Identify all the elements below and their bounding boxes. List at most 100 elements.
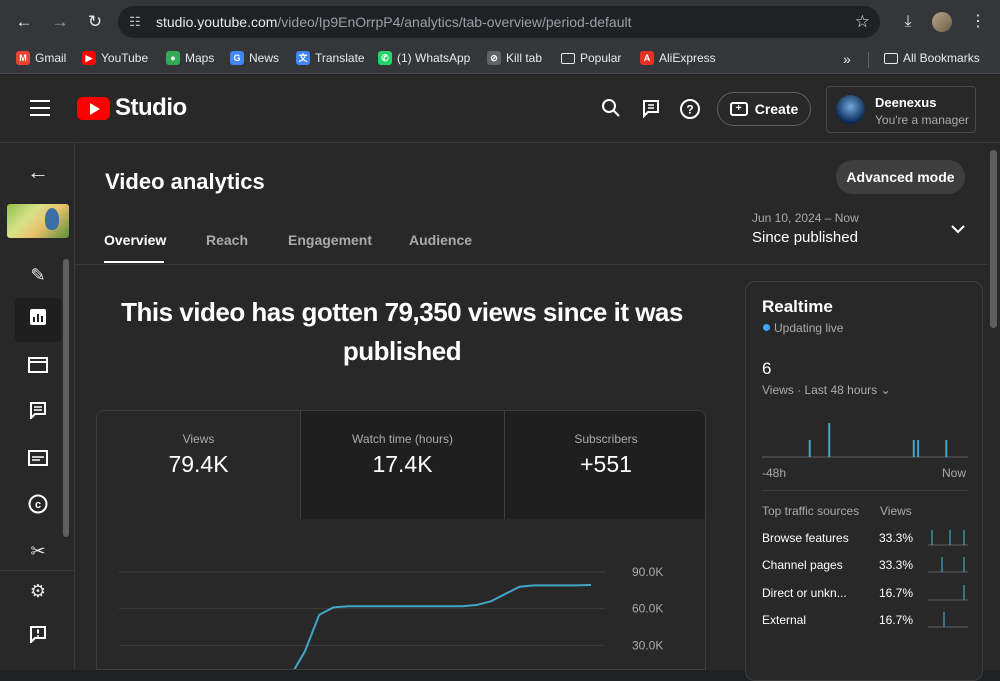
bookmark-aliexpress[interactable]: AAliExpress [640, 51, 716, 65]
all-bookmarks[interactable]: All Bookmarks [884, 51, 980, 65]
back-icon[interactable]: ← [12, 10, 36, 34]
bookmark-label: Kill tab [506, 51, 542, 65]
send-feedback-icon[interactable] [26, 625, 50, 649]
metric-value: 17.4K [301, 451, 504, 478]
edit-icon[interactable]: ✎ [26, 263, 50, 287]
realtime-count: 6 [762, 359, 771, 379]
traffic-source-row[interactable]: External16.7% [762, 610, 968, 630]
address-bar[interactable]: ☷ studio.youtube.com/video/Ip9EnOrrpP4/a… [118, 6, 880, 38]
views-series-line [119, 585, 591, 670]
axis-label: -48h [762, 466, 786, 480]
maps-icon: ● [166, 51, 180, 65]
search-icon[interactable] [599, 98, 623, 122]
chevron-down-icon[interactable] [951, 221, 965, 237]
bookmark-gmail[interactable]: MGmail [16, 51, 66, 65]
menu-icon[interactable] [30, 100, 50, 116]
tab-audience[interactable]: Audience [409, 232, 472, 248]
bookmark-youtube[interactable]: ▶ YouTube [82, 51, 148, 65]
folder-icon [884, 53, 898, 64]
metric-label: Watch time (hours) [301, 432, 504, 446]
period-selector[interactable]: Since published [752, 229, 858, 246]
tab-engagement[interactable]: Engagement [288, 232, 372, 248]
more-menu-icon[interactable]: ⋮ [966, 10, 990, 34]
realtime-bar [917, 440, 919, 457]
settings-icon[interactable]: ⚙ [26, 579, 50, 603]
bookmarks-overflow-icon[interactable]: » [843, 51, 851, 67]
kill-tab-icon: ⊘ [487, 51, 501, 65]
page-scrollbar[interactable] [990, 150, 997, 328]
divider [762, 490, 968, 491]
gmail-icon: M [16, 51, 30, 65]
bookmarks-bar: All Bookmarks » MGmail ▶ YouTube ●Maps GNews… [0, 44, 1000, 74]
url-text[interactable]: studio.youtube.com/video/Ip9EnOrrpP4/ana… [156, 14, 631, 30]
bookmark-news[interactable]: GNews [230, 51, 279, 65]
y-tick-label: 30.0K [632, 638, 663, 652]
realtime-title: Realtime [762, 297, 833, 317]
y-tick-label: 90.0K [632, 565, 663, 579]
traffic-source-pct: 16.7% [879, 586, 913, 600]
metric-views[interactable]: Views 79.4K [97, 411, 300, 519]
traffic-source-row[interactable]: Browse features 33.3% [762, 528, 968, 548]
create-button[interactable]: + Create [717, 92, 811, 126]
realtime-window-selector[interactable]: Views · Last 48 hours ⌄ [762, 383, 891, 397]
site-settings-icon[interactable]: ☷ [126, 13, 144, 31]
tab-overview[interactable]: Overview [104, 232, 166, 248]
axis-label: Now [942, 466, 966, 480]
traffic-source-pct: 33.3% [879, 531, 913, 545]
main-content: Video analytics Advanced mode Overview R… [75, 143, 988, 670]
page-title: Video analytics [105, 169, 265, 195]
chevron-down-icon: ⌄ [881, 383, 891, 397]
realtime-bar [913, 440, 915, 457]
youtube-logo[interactable] [77, 97, 110, 120]
rail-scrollbar[interactable] [63, 259, 69, 537]
metric-watch-time[interactable]: Watch time (hours) 17.4K [300, 411, 504, 519]
bookmark-star-icon[interactable]: ☆ [855, 12, 870, 32]
account-role: You're a manager [875, 113, 969, 127]
youtube-icon: ▶ [82, 51, 96, 65]
subtitles-icon[interactable] [26, 448, 50, 472]
bookmark-kill-tab[interactable]: ⊘ Kill tab [487, 51, 542, 65]
bookmark-label: (1) WhatsApp [397, 51, 470, 65]
back-arrow-icon[interactable]: ← [26, 160, 50, 184]
reload-icon[interactable]: ↻ [83, 10, 107, 34]
traffic-source-row[interactable]: Channel pages33.3% [762, 555, 968, 575]
bird-image [45, 208, 59, 230]
bookmark-label: YouTube [101, 51, 148, 65]
help-icon[interactable]: ? [678, 98, 702, 122]
traffic-source-name: Browse features [762, 531, 849, 545]
metric-label: Subscribers [505, 432, 706, 446]
traffic-source-name: Channel pages [762, 558, 843, 572]
date-range[interactable]: Jun 10, 2024 – Now [752, 211, 859, 225]
profile-avatar[interactable] [932, 12, 952, 32]
active-tab-indicator [104, 261, 164, 263]
tab-reach[interactable]: Reach [206, 232, 248, 248]
studio-wordmark[interactable]: Studio [115, 94, 187, 122]
studio-header: Studio ? + Create Deenexus You're a mana… [0, 75, 1000, 143]
traffic-source-sparkline [928, 528, 968, 546]
bookmark-maps[interactable]: ●Maps [166, 51, 214, 65]
bookmark-popular[interactable]: Popular [561, 51, 621, 65]
metric-value: +551 [505, 451, 706, 478]
translate-icon: 文 [296, 51, 310, 65]
traffic-source-pct: 16.7% [879, 613, 913, 627]
traffic-source-row[interactable]: Direct or unkn...16.7% [762, 583, 968, 603]
download-icon[interactable]: ⤓ [896, 10, 920, 34]
account-switcher[interactable]: Deenexus You're a manager [826, 86, 976, 133]
editor-icon[interactable] [26, 355, 50, 379]
metric-subscribers[interactable]: Subscribers +551 [504, 411, 706, 519]
feedback-icon[interactable] [639, 98, 663, 122]
analytics-icon[interactable] [26, 308, 50, 332]
video-thumbnail[interactable] [7, 204, 69, 238]
clips-icon[interactable]: ✂ [26, 539, 50, 563]
forward-icon[interactable]: → [48, 10, 72, 34]
bookmark-translate[interactable]: 文Translate [296, 51, 365, 65]
views-chart-svg: 90.0K60.0K30.0K [97, 519, 706, 670]
bookmark-label: News [249, 51, 279, 65]
copyright-icon[interactable]: c [26, 494, 50, 518]
bookmark-1-whatsapp[interactable]: ✆(1) WhatsApp [378, 51, 470, 65]
divider [75, 264, 988, 265]
comments-icon[interactable] [26, 401, 50, 425]
browser-toolbar: ← → ↻ ☷ studio.youtube.com/video/Ip9EnOr… [0, 0, 1000, 44]
advanced-mode-button[interactable]: Advanced mode [836, 160, 965, 194]
realtime-sparkline [762, 412, 968, 458]
